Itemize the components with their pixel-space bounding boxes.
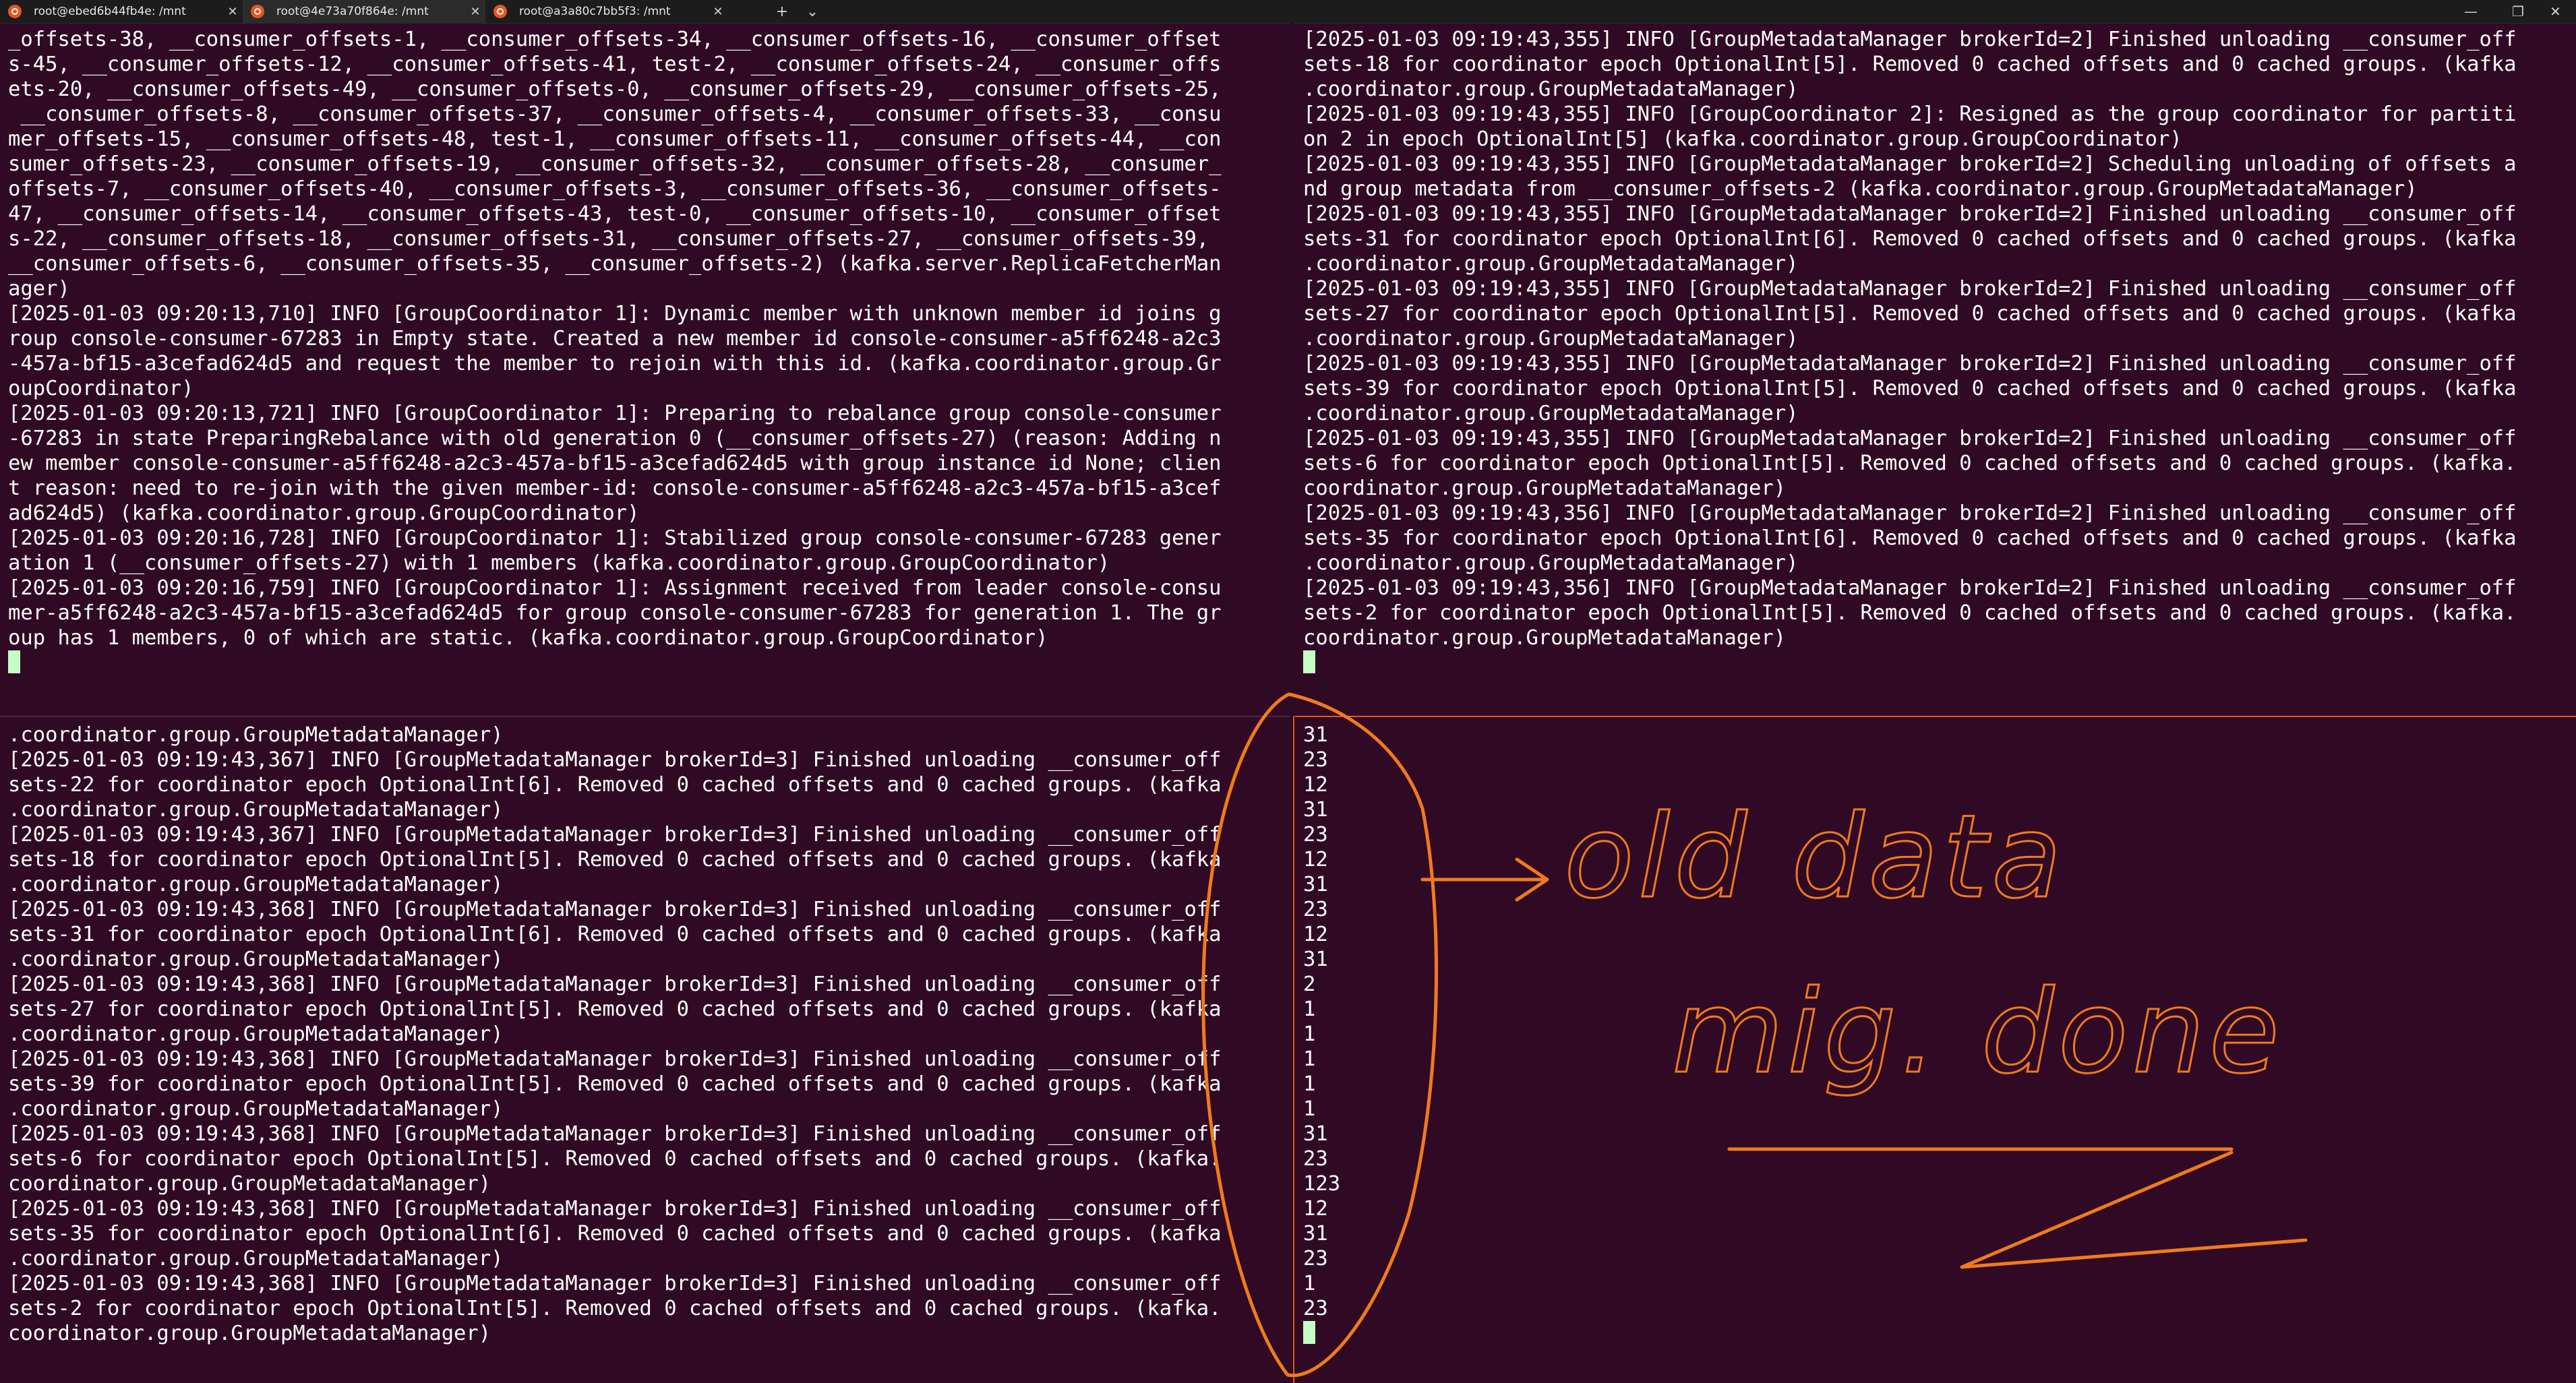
- tab-label: root@a3a80c7bb5f3: /mnt: [519, 5, 671, 18]
- terminal-pane-top-right[interactable]: [2025-01-03 09:19:43,355] INFO [GroupMet…: [1295, 27, 2576, 713]
- tab-close-icon[interactable]: ✕: [708, 5, 728, 19]
- ubuntu-icon: [8, 5, 22, 18]
- terminal-output: .coordinator.group.GroupMetadataManager)…: [8, 723, 1222, 1345]
- ubuntu-icon: [251, 5, 264, 18]
- terminal-pane-bottom-right[interactable]: 31 23 12 31 23 12 31 23 12 31 2 1 1 1 1 …: [1295, 723, 2576, 1383]
- tab-label: root@ebed6b44fb4e: /mnt: [34, 5, 186, 18]
- tab-bar: root@ebed6b44fb4e: /mnt ✕ root@4e73a70f8…: [0, 0, 2576, 24]
- terminal-pane-bottom-left[interactable]: .coordinator.group.GroupMetadataManager)…: [0, 723, 1290, 1383]
- tab-label: root@4e73a70f864e: /mnt: [276, 5, 429, 18]
- pane-divider-horizontal[interactable]: [0, 713, 2576, 723]
- active-pane-border: [1293, 716, 1294, 1383]
- tab-ebed6b44fb4e[interactable]: root@ebed6b44fb4e: /mnt ✕: [0, 0, 243, 23]
- tab-close-icon[interactable]: ✕: [465, 5, 485, 19]
- tab-4e73a70f864e[interactable]: root@4e73a70f864e: /mnt ✕: [243, 0, 485, 23]
- active-pane-border: [1295, 716, 2576, 717]
- terminal-cursor: [1303, 1321, 1315, 1344]
- terminal-output: _offsets-38, __consumer_offsets-1, __con…: [8, 28, 1222, 650]
- terminal-output: 31 23 12 31 23 12 31 23 12 31 2 1 1 1 1 …: [1303, 723, 1341, 1320]
- pane-border: [0, 716, 1290, 717]
- terminal-output: [2025-01-03 09:19:43,355] INFO [GroupMet…: [1303, 28, 2517, 650]
- new-tab-button[interactable]: +: [769, 0, 796, 23]
- tab-a3a80c7bb5f3[interactable]: root@a3a80c7bb5f3: /mnt ✕: [485, 0, 728, 23]
- terminal-cursor: [8, 650, 20, 673]
- tab-dropdown-button[interactable]: ⌄: [799, 0, 826, 23]
- terminal-cursor: [1303, 650, 1315, 673]
- terminal-pane-top-left[interactable]: _offsets-38, __consumer_offsets-1, __con…: [0, 27, 1290, 713]
- ubuntu-icon: [493, 5, 507, 18]
- close-window-button[interactable]: ✕: [2535, 0, 2576, 23]
- minimize-button[interactable]: —: [2447, 0, 2494, 23]
- tab-close-icon[interactable]: ✕: [222, 5, 243, 19]
